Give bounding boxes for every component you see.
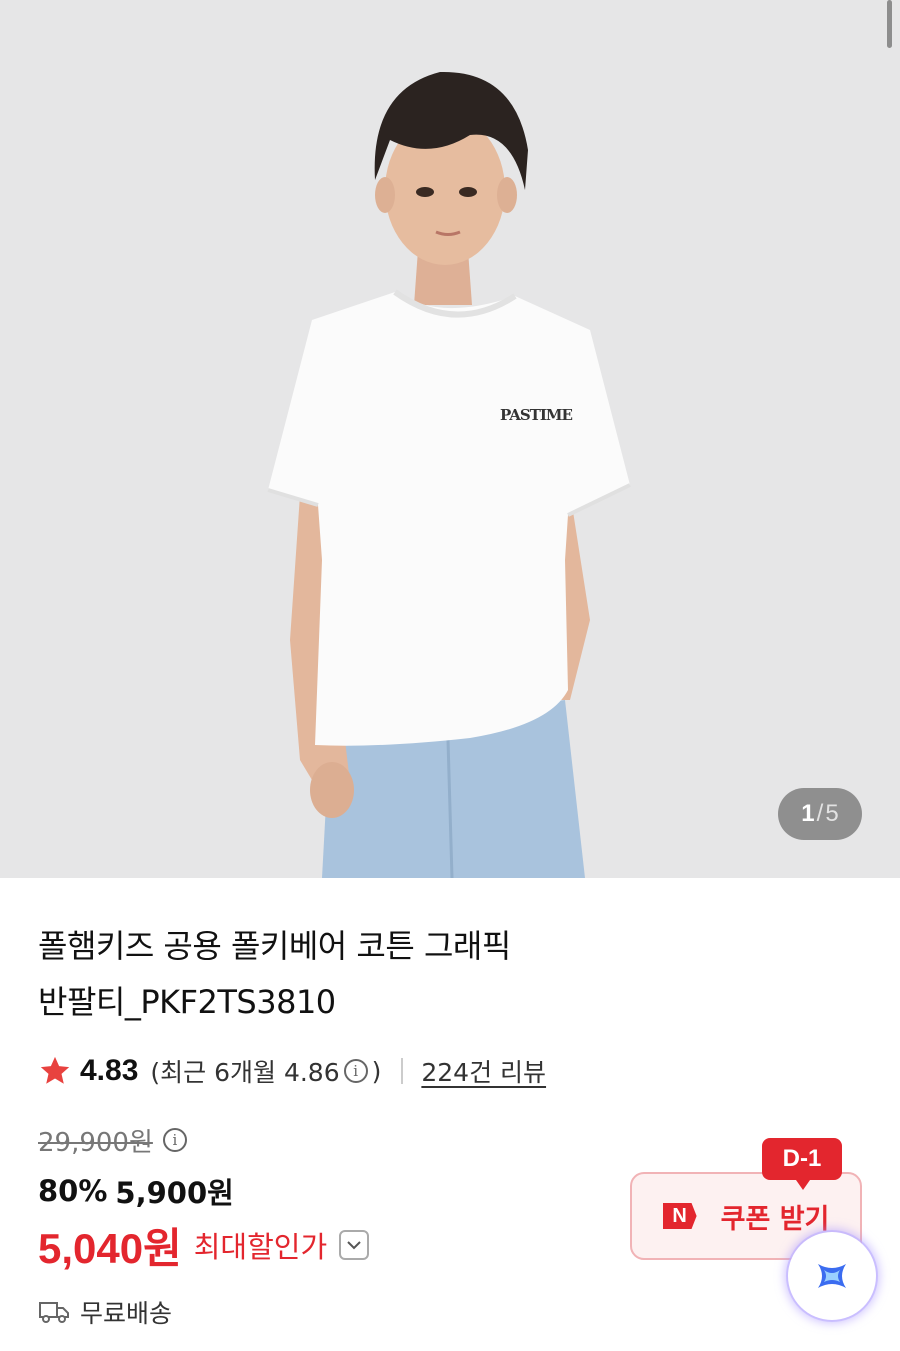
- final-price-row: 5,040원 최대할인가: [38, 1218, 370, 1272]
- sale-price-row: 80% 5,900원: [38, 1172, 234, 1210]
- recent-rating-close: ): [371, 1056, 382, 1086]
- shirt-graphic: PASTIME: [500, 406, 572, 424]
- product-photo: PASTIME: [267, 71, 631, 878]
- star-icon: [40, 1056, 70, 1084]
- naver-n-icon: N: [662, 1203, 697, 1229]
- review-count-link[interactable]: 224건 리뷰: [421, 1053, 546, 1089]
- final-price: 5,040원: [38, 1224, 182, 1272]
- expand-discount-button[interactable]: [339, 1230, 370, 1260]
- rating-row: 4.83 (최근 6개월 4.86 i ) 224건 리뷰: [38, 1050, 546, 1092]
- sale-price: 5,900원: [115, 1176, 234, 1210]
- product-image[interactable]: PASTIME 1 / 5: [0, 0, 900, 878]
- image-counter-total: 5: [825, 800, 839, 827]
- image-counter: 1 / 5: [778, 788, 862, 840]
- rating-score: 4.83: [80, 1054, 139, 1087]
- divider: [401, 1058, 404, 1084]
- product-title-line1: 폴햄키즈 공용 폴키베어 코튼 그래픽: [38, 927, 511, 965]
- assistant-icon: [818, 1264, 846, 1288]
- original-price-row: 29,900원 i: [38, 1122, 191, 1158]
- final-price-label: 최대할인가: [193, 1230, 328, 1264]
- price-info-icon[interactable]: i: [162, 1128, 187, 1152]
- discount-percent: 80%: [38, 1174, 108, 1208]
- product-title: 폴햄키즈 공용 폴키베어 코튼 그래픽 반팔티_PKF2TS3810: [38, 918, 598, 1030]
- truck-icon: [39, 1302, 69, 1323]
- shipping-info: 무료배송: [38, 1292, 172, 1332]
- image-counter-separator: /: [816, 800, 824, 827]
- original-price: 29,900원: [38, 1127, 153, 1158]
- assistant-button[interactable]: [788, 1232, 876, 1320]
- recent-rating-text: (최근 6개월 4.86: [150, 1058, 340, 1087]
- info-icon[interactable]: i: [343, 1059, 368, 1083]
- image-counter-current: 1: [801, 800, 815, 827]
- scrollbar[interactable]: [887, 0, 892, 48]
- chevron-down-icon: [347, 1241, 361, 1250]
- coupon-label: 쿠폰 받기: [720, 1203, 830, 1235]
- recent-rating: (최근 6개월 4.86 i ): [150, 1053, 381, 1089]
- shipping-label: 무료배송: [80, 1299, 173, 1328]
- product-title-line2: 반팔티_PKF2TS3810: [38, 983, 336, 1021]
- dday-badge: D-1: [762, 1138, 842, 1190]
